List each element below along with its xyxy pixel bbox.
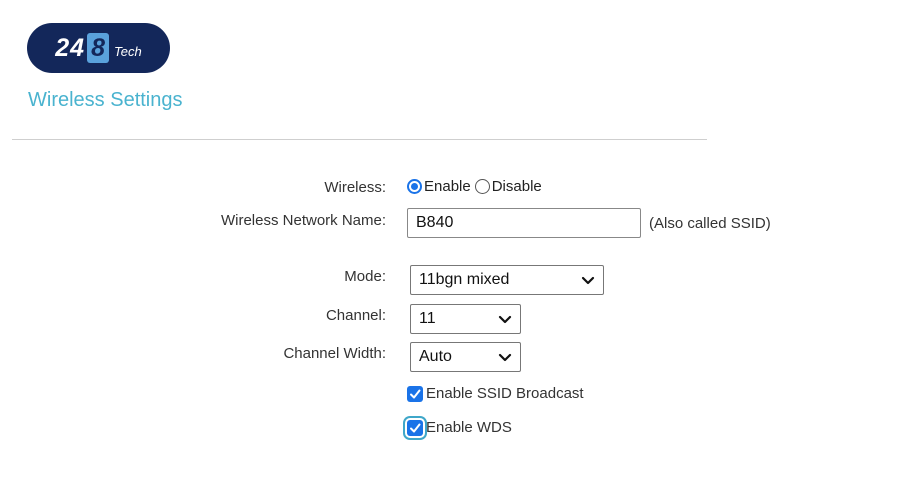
wds-checkbox[interactable] [407, 419, 423, 436]
channel-label: Channel: [325, 307, 386, 324]
wireless-disable-label[interactable]: Disable [492, 178, 542, 195]
ssid-broadcast-label[interactable]: Enable SSID Broadcast [426, 385, 584, 402]
logo-suffix: Tech [114, 43, 142, 59]
mode-label: Mode: [344, 268, 386, 285]
channel-value: 11 [419, 310, 436, 327]
wds-label[interactable]: Enable WDS [426, 419, 512, 436]
radio-unchecked-icon[interactable] [474, 179, 490, 194]
logo-number: 24 [55, 33, 86, 62]
wds-row: Enable WDS [407, 419, 512, 436]
logo-number-accent: 8 [87, 33, 110, 63]
wireless-label: Wireless: [324, 179, 386, 196]
network-name-input[interactable] [407, 208, 641, 238]
network-name-label: Wireless Network Name: [220, 212, 386, 229]
chevron-down-icon [498, 353, 512, 362]
checkmark-icon [410, 423, 421, 432]
wireless-radio-group: Enable Disable [407, 178, 546, 195]
mode-select[interactable]: 11bgn mixed [410, 265, 604, 295]
chevron-down-icon [498, 315, 512, 324]
ssid-broadcast-row: Enable SSID Broadcast [407, 385, 584, 402]
radio-checked-icon[interactable] [407, 179, 422, 194]
channel-select[interactable]: 11 [410, 304, 521, 334]
checkmark-icon [410, 389, 421, 398]
divider [12, 139, 707, 140]
channel-width-label: Channel Width: [283, 345, 386, 362]
channel-width-value: Auto [419, 348, 452, 365]
wireless-enable-label[interactable]: Enable [424, 178, 471, 195]
channel-width-select[interactable]: Auto [410, 342, 521, 372]
ssid-broadcast-checkbox[interactable] [407, 385, 423, 402]
mode-value: 11bgn mixed [419, 271, 510, 288]
brand-logo: 24 8 Tech [27, 23, 170, 73]
wireless-settings-page: 24 8 Tech Wireless Settings Wireless: En… [0, 0, 913, 478]
page-title: Wireless Settings [28, 89, 183, 111]
ssid-hint: (Also called SSID) [649, 215, 771, 232]
chevron-down-icon [581, 276, 595, 285]
